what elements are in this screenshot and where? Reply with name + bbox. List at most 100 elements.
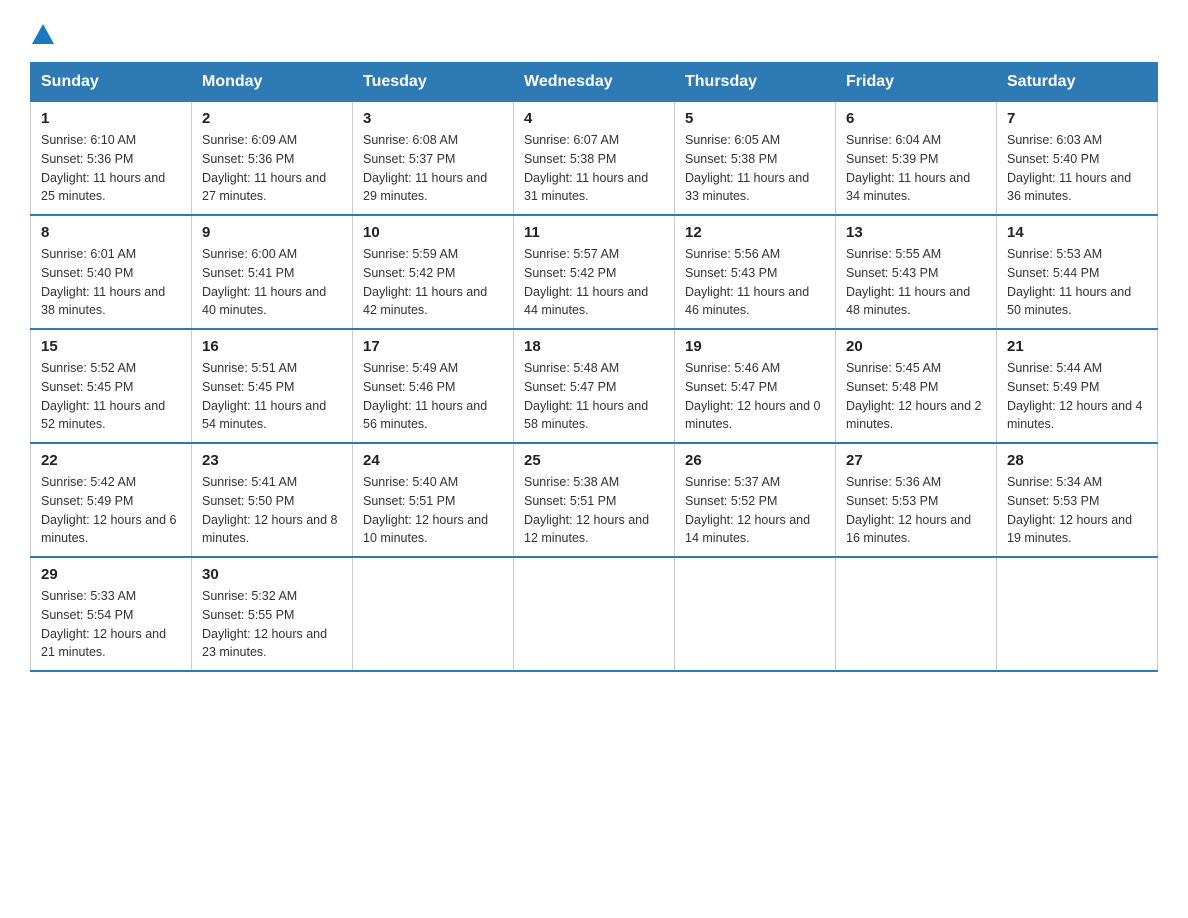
day-info: Sunrise: 5:59 AMSunset: 5:42 PMDaylight:… [363,245,503,320]
week-row-4: 22 Sunrise: 5:42 AMSunset: 5:49 PMDayligh… [31,443,1158,557]
col-sunday: Sunday [31,63,192,102]
day-info: Sunrise: 6:09 AMSunset: 5:36 PMDaylight:… [202,131,342,206]
day-info: Sunrise: 6:03 AMSunset: 5:40 PMDaylight:… [1007,131,1147,206]
table-row: 3 Sunrise: 6:08 AMSunset: 5:37 PMDaylight… [353,102,514,216]
week-row-5: 29 Sunrise: 5:33 AMSunset: 5:54 PMDayligh… [31,557,1158,671]
table-row: 4 Sunrise: 6:07 AMSunset: 5:38 PMDaylight… [514,102,675,216]
day-number: 11 [524,224,664,241]
table-row: 20Sunrise: 5:45 AMSunset: 5:48 PMDayligh… [836,329,997,443]
day-info: Sunrise: 5:57 AMSunset: 5:42 PMDaylight:… [524,245,664,320]
day-info: Sunrise: 6:05 AMSunset: 5:38 PMDaylight:… [685,131,825,206]
day-number: 2 [202,110,342,127]
day-number: 26 [685,452,825,469]
table-row: 10 Sunrise: 5:59 AMSunset: 5:42 PMDayligh… [353,215,514,329]
table-row: 2 Sunrise: 6:09 AMSunset: 5:36 PMDaylight… [192,102,353,216]
table-row: 29 Sunrise: 5:33 AMSunset: 5:54 PMDayligh… [31,557,192,671]
day-info: Sunrise: 5:40 AMSunset: 5:51 PMDaylight:… [363,473,503,548]
table-row [675,557,836,671]
day-number: 4 [524,110,664,127]
day-info: Sunrise: 5:34 AMSunset: 5:53 PMDaylight:… [1007,473,1147,548]
day-number: 18 [524,338,664,355]
table-row: 18 Sunrise: 5:48 AMSunset: 5:47 PMDayligh… [514,329,675,443]
day-number: 9 [202,224,342,241]
day-info: Sunrise: 5:32 AMSunset: 5:55 PMDaylight:… [202,587,342,662]
day-info: Sunrise: 5:42 AMSunset: 5:49 PMDaylight:… [41,473,181,548]
table-row: 25 Sunrise: 5:38 AMSunset: 5:51 PMDayligh… [514,443,675,557]
day-info: Sunrise: 6:04 AMSunset: 5:39 PMDaylight:… [846,131,986,206]
day-number: 28 [1007,452,1147,469]
logo-triangle-icon [32,24,54,44]
day-info: Sunrise: 5:51 AMSunset: 5:45 PMDaylight:… [202,359,342,434]
table-row [836,557,997,671]
table-row: 24 Sunrise: 5:40 AMSunset: 5:51 PMDayligh… [353,443,514,557]
day-info: Sunrise: 6:01 AMSunset: 5:40 PMDaylight:… [41,245,181,320]
day-info: Sunrise: 6:07 AMSunset: 5:38 PMDaylight:… [524,131,664,206]
day-number: 21 [1007,338,1147,355]
day-number: 13 [846,224,986,241]
day-number: 22 [41,452,181,469]
col-tuesday: Tuesday [353,63,514,102]
table-row: 23 Sunrise: 5:41 AMSunset: 5:50 PMDayligh… [192,443,353,557]
header [30,20,1158,44]
table-row: 27Sunrise: 5:36 AMSunset: 5:53 PMDayligh… [836,443,997,557]
day-number: 3 [363,110,503,127]
day-info: Sunrise: 5:33 AMSunset: 5:54 PMDaylight:… [41,587,181,662]
col-friday: Friday [836,63,997,102]
day-info: Sunrise: 6:08 AMSunset: 5:37 PMDaylight:… [363,131,503,206]
day-info: Sunrise: 5:38 AMSunset: 5:51 PMDaylight:… [524,473,664,548]
week-row-1: 1 Sunrise: 6:10 AMSunset: 5:36 PMDaylight… [31,102,1158,216]
day-number: 29 [41,566,181,583]
day-number: 10 [363,224,503,241]
header-row: Sunday Monday Tuesday Wednesday Thursday… [31,63,1158,102]
day-number: 16 [202,338,342,355]
table-row: 7Sunrise: 6:03 AMSunset: 5:40 PMDaylight… [997,102,1158,216]
day-info: Sunrise: 5:55 AMSunset: 5:43 PMDaylight:… [846,245,986,320]
table-row: 21 Sunrise: 5:44 AMSunset: 5:49 PMDayligh… [997,329,1158,443]
day-info: Sunrise: 5:52 AMSunset: 5:45 PMDaylight:… [41,359,181,434]
table-row: 30 Sunrise: 5:32 AMSunset: 5:55 PMDayligh… [192,557,353,671]
table-row: 15Sunrise: 5:52 AMSunset: 5:45 PMDayligh… [31,329,192,443]
table-row: 17 Sunrise: 5:49 AMSunset: 5:46 PMDayligh… [353,329,514,443]
day-number: 25 [524,452,664,469]
table-row: 14 Sunrise: 5:53 AMSunset: 5:44 PMDayligh… [997,215,1158,329]
day-info: Sunrise: 6:10 AMSunset: 5:36 PMDaylight:… [41,131,181,206]
day-number: 14 [1007,224,1147,241]
table-row: 13 Sunrise: 5:55 AMSunset: 5:43 PMDayligh… [836,215,997,329]
day-number: 19 [685,338,825,355]
table-row [997,557,1158,671]
table-row: 8 Sunrise: 6:01 AMSunset: 5:40 PMDaylight… [31,215,192,329]
calendar-table: Sunday Monday Tuesday Wednesday Thursday… [30,62,1158,672]
table-row: 19 Sunrise: 5:46 AMSunset: 5:47 PMDayligh… [675,329,836,443]
col-saturday: Saturday [997,63,1158,102]
day-info: Sunrise: 5:37 AMSunset: 5:52 PMDaylight:… [685,473,825,548]
day-number: 20 [846,338,986,355]
day-info: Sunrise: 5:44 AMSunset: 5:49 PMDaylight:… [1007,359,1147,434]
day-info: Sunrise: 5:56 AMSunset: 5:43 PMDaylight:… [685,245,825,320]
table-row: 22 Sunrise: 5:42 AMSunset: 5:49 PMDayligh… [31,443,192,557]
week-row-2: 8 Sunrise: 6:01 AMSunset: 5:40 PMDaylight… [31,215,1158,329]
day-info: Sunrise: 5:48 AMSunset: 5:47 PMDaylight:… [524,359,664,434]
col-monday: Monday [192,63,353,102]
day-number: 17 [363,338,503,355]
day-number: 5 [685,110,825,127]
day-number: 24 [363,452,503,469]
table-row [514,557,675,671]
day-info: Sunrise: 5:49 AMSunset: 5:46 PMDaylight:… [363,359,503,434]
day-number: 30 [202,566,342,583]
table-row: 6Sunrise: 6:04 AMSunset: 5:39 PMDaylight… [836,102,997,216]
table-row: 12 Sunrise: 5:56 AMSunset: 5:43 PMDayligh… [675,215,836,329]
day-number: 8 [41,224,181,241]
table-row: 11 Sunrise: 5:57 AMSunset: 5:42 PMDayligh… [514,215,675,329]
table-row: 28 Sunrise: 5:34 AMSunset: 5:53 PMDayligh… [997,443,1158,557]
day-info: Sunrise: 5:46 AMSunset: 5:47 PMDaylight:… [685,359,825,434]
day-number: 23 [202,452,342,469]
day-info: Sunrise: 5:36 AMSunset: 5:53 PMDaylight:… [846,473,986,548]
col-wednesday: Wednesday [514,63,675,102]
day-number: 12 [685,224,825,241]
day-info: Sunrise: 5:41 AMSunset: 5:50 PMDaylight:… [202,473,342,548]
table-row: 9 Sunrise: 6:00 AMSunset: 5:41 PMDaylight… [192,215,353,329]
day-number: 1 [41,110,181,127]
day-info: Sunrise: 6:00 AMSunset: 5:41 PMDaylight:… [202,245,342,320]
week-row-3: 15Sunrise: 5:52 AMSunset: 5:45 PMDayligh… [31,329,1158,443]
day-info: Sunrise: 5:53 AMSunset: 5:44 PMDaylight:… [1007,245,1147,320]
